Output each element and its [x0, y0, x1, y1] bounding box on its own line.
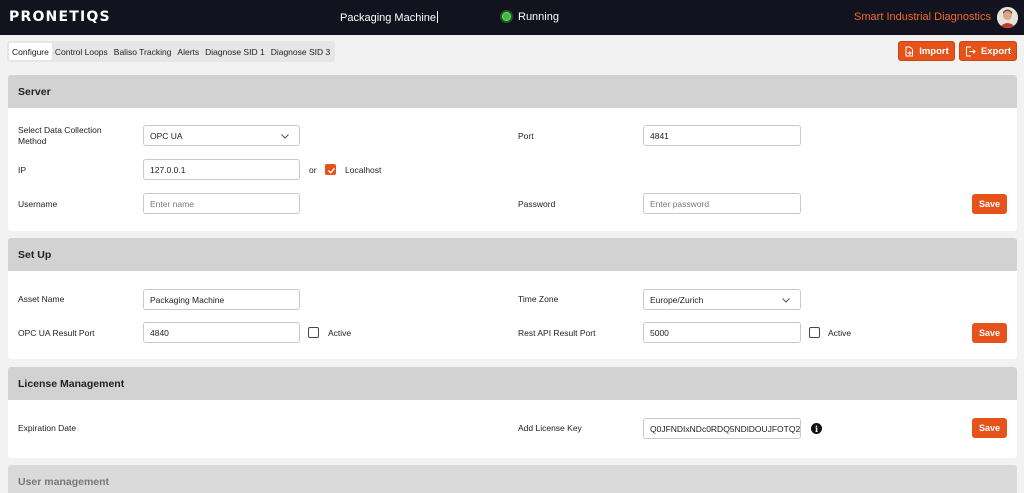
- license-section: License Management Expiration Date Add L…: [8, 367, 1017, 458]
- export-label: Export: [980, 45, 1012, 57]
- license-save-button[interactable]: Save: [972, 418, 1007, 438]
- data-collection-method-value: OPC UA: [150, 130, 183, 141]
- license-key-label: Add License Key: [518, 423, 582, 433]
- asset-name-label: Asset Name: [18, 294, 65, 304]
- license-section-title: License Management: [8, 367, 1017, 400]
- localhost-checkbox[interactable]: [325, 164, 336, 175]
- ip-input[interactable]: 127.0.0.1: [143, 159, 300, 180]
- logo: PRONETIQS: [9, 9, 111, 25]
- opcua-result-port-input[interactable]: 4840: [143, 322, 300, 343]
- avatar[interactable]: [997, 7, 1018, 28]
- or-label: or: [309, 165, 317, 175]
- machine-status: Running: [500, 10, 559, 23]
- tab-alerts[interactable]: Alerts: [174, 43, 202, 60]
- setup-section: Set Up Asset Name Packaging Machine Time…: [8, 238, 1017, 359]
- tab-diagnose-sid-3[interactable]: Diagnose SID 3: [268, 43, 334, 60]
- tab-diagnose-sid-1[interactable]: Diagnose SID 1: [202, 43, 268, 60]
- setup-save-button[interactable]: Save: [972, 323, 1007, 343]
- asset-name-input[interactable]: Packaging Machine: [143, 289, 300, 310]
- machine-name-text: Packaging Machine: [340, 12, 437, 24]
- text-caret: [437, 11, 439, 23]
- rest-active-checkbox[interactable]: [809, 327, 820, 338]
- user-management-section-title: User management: [8, 465, 1017, 493]
- password-input[interactable]: Enter password: [643, 193, 801, 214]
- user-management-section: User management: [8, 465, 1017, 493]
- tab-baliso-tracking[interactable]: Baliso Tracking: [111, 43, 175, 60]
- license-key-input[interactable]: Q0JFNDIxNDc0RDQ5NDlDOUJFOTQ2: [643, 418, 801, 439]
- opcua-active-checkbox[interactable]: [308, 327, 319, 338]
- rest-api-result-port-value: 5000: [650, 327, 669, 338]
- chevron-down-icon: [281, 134, 289, 139]
- time-zone-label: Time Zone: [518, 294, 559, 304]
- top-bar: PRONETIQS Packaging Machine Running Smar…: [0, 0, 1024, 35]
- setup-section-title: Set Up: [8, 238, 1017, 271]
- export-icon: [965, 46, 976, 56]
- import-label: Import: [919, 45, 949, 57]
- brand-title: Smart Industrial Diagnostics: [854, 11, 991, 23]
- rest-api-result-port-label: Rest API Result Port: [518, 328, 596, 338]
- rest-active-label: Active: [828, 328, 852, 338]
- import-icon: [905, 46, 914, 56]
- status-indicator-icon: [500, 10, 513, 23]
- server-section-title: Server: [8, 75, 1017, 108]
- time-zone-value: Europe/Zurich: [650, 294, 704, 305]
- server-save-button[interactable]: Save: [972, 194, 1007, 214]
- expiration-date-label: Expiration Date: [18, 423, 77, 433]
- info-icon[interactable]: i: [811, 423, 822, 434]
- user-avatar-icon: [997, 7, 1018, 28]
- import-button[interactable]: Import: [898, 41, 955, 61]
- license-key-value: Q0JFNDIxNDc0RDQ5NDlDOUJFOTQ2: [650, 423, 801, 434]
- server-section: Server Select Data Collection Method OPC…: [8, 75, 1017, 231]
- opcua-result-port-value: 4840: [150, 327, 169, 338]
- ip-label: IP: [18, 165, 27, 175]
- asset-name-value: Packaging Machine: [150, 294, 225, 305]
- machine-name-field[interactable]: Packaging Machine: [340, 11, 439, 24]
- time-zone-select[interactable]: Europe/Zurich: [643, 289, 801, 310]
- port-label: Port: [518, 131, 534, 141]
- rest-api-result-port-input[interactable]: 5000: [643, 322, 801, 343]
- localhost-label: Localhost: [345, 165, 382, 175]
- tab-configure[interactable]: Configure: [9, 43, 52, 60]
- port-value: 4841: [650, 130, 669, 141]
- port-input[interactable]: 4841: [643, 125, 801, 146]
- ip-value: 127.0.0.1: [150, 164, 186, 175]
- tab-bar: Configure Control Loops Baliso Tracking …: [7, 41, 336, 62]
- opcua-active-label: Active: [328, 328, 352, 338]
- export-button[interactable]: Export: [959, 41, 1017, 61]
- data-collection-method-label: Select Data Collection Method: [18, 125, 102, 146]
- username-label: Username: [18, 199, 58, 209]
- data-collection-method-select[interactable]: OPC UA: [143, 125, 300, 146]
- tab-control-loops[interactable]: Control Loops: [52, 43, 111, 60]
- status-text: Running: [518, 10, 559, 23]
- password-label: Password: [518, 199, 556, 209]
- checkmark-icon: [328, 167, 336, 174]
- chevron-down-icon: [782, 298, 790, 303]
- username-input[interactable]: Enter name: [143, 193, 300, 214]
- opcua-result-port-label: OPC UA Result Port: [18, 328, 95, 338]
